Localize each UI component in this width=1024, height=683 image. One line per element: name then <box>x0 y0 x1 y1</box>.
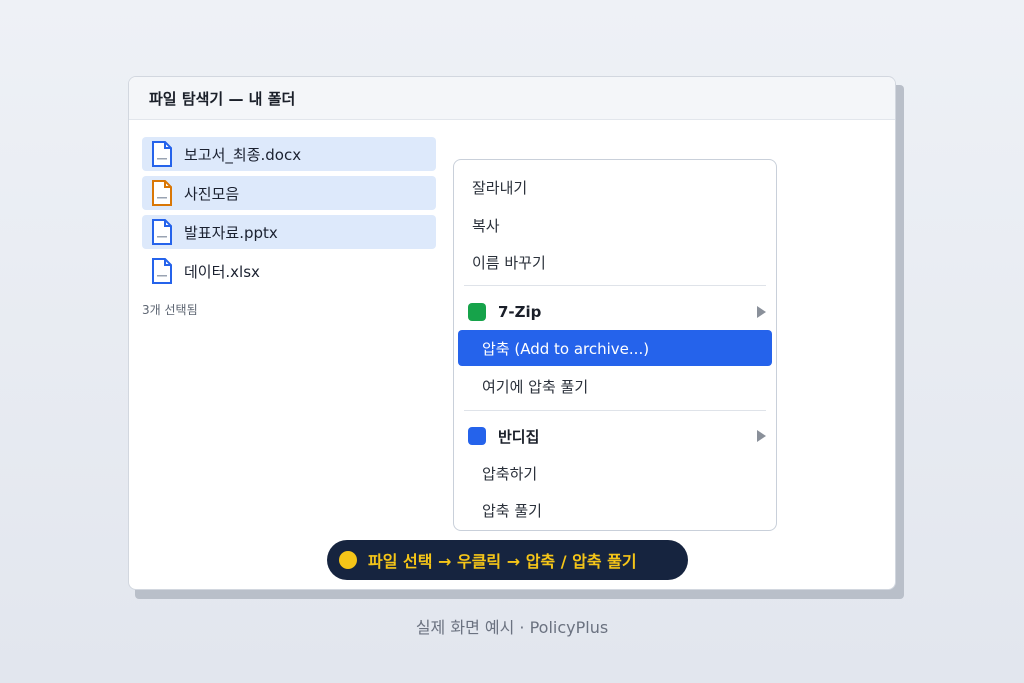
hint-text: 파일 선택 → 우클릭 → 압축 / 압축 풀기 <box>368 552 637 571</box>
submenu-label: 7-Zip <box>498 303 542 321</box>
menu-separator <box>464 285 766 286</box>
menu-item-extract-here[interactable]: 여기에 압축 풀기 <box>458 368 772 404</box>
hint-banner: 파일 선택 → 우클릭 → 압축 / 압축 풀기 <box>327 540 688 580</box>
file-item[interactable]: 보고서_최종.docx <box>142 137 436 171</box>
window-title: 파일 탐색기 — 내 폴더 <box>129 77 895 120</box>
menu-item-extract[interactable]: 압축 풀기 <box>458 492 772 528</box>
menu-item-copy[interactable]: 복사 <box>458 207 772 243</box>
menu-item-rename[interactable]: 이름 바꾸기 <box>458 244 772 280</box>
file-name: 발표자료.pptx <box>184 223 278 242</box>
hint-dot-icon <box>339 551 357 569</box>
chevron-right-icon <box>757 430 766 442</box>
selection-status: 3개 선택됨 <box>142 303 198 317</box>
file-item[interactable]: 데이터.xlsx <box>142 254 436 288</box>
file-list: 보고서_최종.docx 사진모음 발표자료.pptx 데이터.xlsx <box>142 137 436 293</box>
file-item[interactable]: 사진모음 <box>142 176 436 210</box>
submenu-label: 반디집 <box>498 427 540 446</box>
document-icon <box>152 141 172 167</box>
file-item[interactable]: 발표자료.pptx <box>142 215 436 249</box>
menu-item-add-to-archive[interactable]: 압축 (Add to archive...) <box>458 330 772 366</box>
submenu-7zip[interactable]: 7-Zip <box>458 294 772 330</box>
menu-separator <box>464 410 766 411</box>
7zip-icon <box>468 303 486 321</box>
file-name: 데이터.xlsx <box>184 262 260 281</box>
document-icon <box>152 219 172 245</box>
bandizip-icon <box>468 427 486 445</box>
submenu-bandizip[interactable]: 반디집 <box>458 418 772 454</box>
file-name: 보고서_최종.docx <box>184 145 302 164</box>
file-explorer-window: 파일 탐색기 — 내 폴더 보고서_최종.docx 사진모음 발표자료.pptx… <box>128 76 896 590</box>
document-icon <box>152 180 172 206</box>
menu-item-cut[interactable]: 잘라내기 <box>458 169 772 205</box>
chevron-right-icon <box>757 306 766 318</box>
file-name: 사진모음 <box>184 184 240 203</box>
caption: 실제 화면 예시 · PolicyPlus <box>415 618 609 637</box>
context-menu: 잘라내기 복사 이름 바꾸기 7-Zip 압축 (Add to archive.… <box>453 159 777 531</box>
menu-item-compress[interactable]: 압축하기 <box>458 455 772 491</box>
document-icon <box>152 258 172 284</box>
